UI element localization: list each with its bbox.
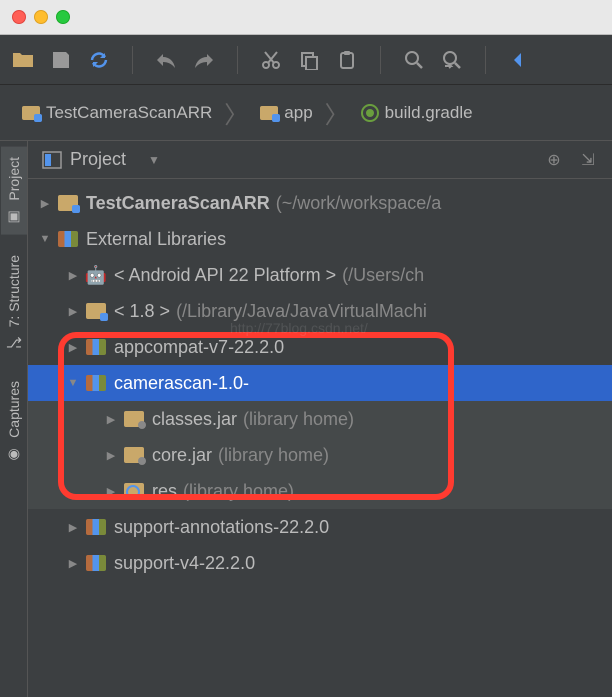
find-icon[interactable] bbox=[401, 47, 427, 73]
expand-arrow-icon[interactable] bbox=[66, 520, 80, 534]
tree-row-classes-jar[interactable]: classes.jar (library home) bbox=[28, 401, 612, 437]
tree-label: < 1.8 > bbox=[114, 301, 170, 322]
sidebar-tab-project[interactable]: ▣ Project bbox=[1, 147, 27, 235]
cut-icon[interactable] bbox=[258, 47, 284, 73]
breadcrumb-label: app bbox=[284, 103, 312, 123]
close-window-button[interactable] bbox=[12, 10, 26, 24]
android-icon: 🤖 bbox=[86, 267, 106, 283]
panel-header: Project ▼ ⊕ ⇲ bbox=[28, 141, 612, 179]
tree-row-support-v4[interactable]: support-v4-22.2.0 bbox=[28, 545, 612, 581]
save-icon[interactable] bbox=[48, 47, 74, 73]
breadcrumb-item-root[interactable]: TestCameraScanARR bbox=[12, 99, 222, 127]
project-view-icon bbox=[42, 151, 62, 169]
library-icon bbox=[86, 375, 106, 391]
tree-row-support-annotations[interactable]: support-annotations-22.2.0 bbox=[28, 509, 612, 545]
expand-arrow-icon[interactable] bbox=[66, 268, 80, 282]
replace-icon[interactable] bbox=[439, 47, 465, 73]
tree-label: res bbox=[152, 481, 177, 502]
window-controls bbox=[0, 0, 612, 35]
tree-label: support-v4-22.2.0 bbox=[114, 553, 255, 574]
breadcrumb-separator: 〉 bbox=[224, 95, 248, 130]
jdk-folder-icon bbox=[86, 303, 106, 319]
sidebar-tab-label: Project bbox=[6, 157, 22, 201]
breadcrumb: TestCameraScanARR 〉 app 〉 build.gradle bbox=[0, 85, 612, 141]
back-icon[interactable] bbox=[506, 47, 532, 73]
sync-icon[interactable] bbox=[86, 47, 112, 73]
tree-label: TestCameraScanARR bbox=[86, 193, 270, 214]
redo-icon[interactable] bbox=[191, 47, 217, 73]
expand-arrow-icon[interactable] bbox=[104, 412, 118, 426]
tree-label: core.jar bbox=[152, 445, 212, 466]
tree-label: < Android API 22 Platform > bbox=[114, 265, 336, 286]
maximize-window-button[interactable] bbox=[56, 10, 70, 24]
expand-arrow-icon[interactable] bbox=[66, 340, 80, 354]
expand-arrow-icon[interactable] bbox=[104, 448, 118, 462]
expand-arrow-icon[interactable] bbox=[38, 232, 52, 246]
tree-hint: (/Users/ch bbox=[342, 265, 424, 286]
project-tree: TestCameraScanARR (~/work/workspace/a Ex… bbox=[28, 179, 612, 587]
breadcrumb-item-app[interactable]: app bbox=[250, 99, 322, 127]
main-area: ▣ Project ⎇ 7: Structure ◉ Captures Proj… bbox=[0, 141, 612, 697]
tree-hint: (library home) bbox=[183, 481, 294, 502]
tree-row-res[interactable]: res (library home) bbox=[28, 473, 612, 509]
tree-row-camerascan[interactable]: camerascan-1.0- bbox=[28, 365, 612, 401]
tree-label: support-annotations-22.2.0 bbox=[114, 517, 329, 538]
breadcrumb-label: build.gradle bbox=[385, 103, 473, 123]
open-icon[interactable] bbox=[10, 47, 36, 73]
sidebar-tab-label: 7: Structure bbox=[6, 255, 22, 327]
sidebar-tab-label: Captures bbox=[6, 381, 22, 438]
copy-icon[interactable] bbox=[296, 47, 322, 73]
undo-icon[interactable] bbox=[153, 47, 179, 73]
captures-tab-icon: ◉ bbox=[5, 444, 23, 462]
tree-hint: (library home) bbox=[243, 409, 354, 430]
tree-row-external-libs[interactable]: External Libraries bbox=[28, 221, 612, 257]
res-folder-icon bbox=[124, 483, 144, 499]
tree-hint: (library home) bbox=[218, 445, 329, 466]
panel-title-label: Project bbox=[70, 149, 126, 170]
breadcrumb-item-gradle[interactable]: build.gradle bbox=[351, 99, 483, 127]
sidebar-tab-captures[interactable]: ◉ Captures bbox=[1, 371, 27, 472]
breadcrumb-separator: 〉 bbox=[325, 95, 349, 130]
expand-arrow-icon[interactable] bbox=[38, 196, 52, 210]
tree-hint: (~/work/workspace/a bbox=[276, 193, 442, 214]
tree-label: appcompat-v7-22.2.0 bbox=[114, 337, 284, 358]
structure-tab-icon: ⎇ bbox=[5, 333, 23, 351]
tree-row-android-api[interactable]: 🤖 < Android API 22 Platform > (/Users/ch bbox=[28, 257, 612, 293]
tree-label: External Libraries bbox=[86, 229, 226, 250]
tree-label: camerascan-1.0- bbox=[114, 373, 249, 394]
libraries-icon bbox=[58, 231, 78, 247]
paste-icon[interactable] bbox=[334, 47, 360, 73]
tree-row-jdk[interactable]: < 1.8 > (/Library/Java/JavaVirtualMachi bbox=[28, 293, 612, 329]
tree-row-appcompat[interactable]: appcompat-v7-22.2.0 bbox=[28, 329, 612, 365]
view-selector[interactable]: Project ▼ bbox=[42, 149, 160, 170]
tree-label: classes.jar bbox=[152, 409, 237, 430]
expand-arrow-icon[interactable] bbox=[66, 376, 80, 390]
folder-icon bbox=[22, 106, 40, 120]
jar-icon bbox=[124, 411, 144, 427]
tool-sidebar: ▣ Project ⎇ 7: Structure ◉ Captures bbox=[0, 141, 28, 697]
project-tab-icon: ▣ bbox=[5, 207, 23, 225]
tree-hint: (/Library/Java/JavaVirtualMachi bbox=[176, 301, 427, 322]
library-icon bbox=[86, 519, 106, 535]
collapse-icon[interactable]: ⇲ bbox=[578, 150, 598, 170]
main-toolbar bbox=[0, 35, 612, 85]
library-icon bbox=[86, 555, 106, 571]
tree-row-core-jar[interactable]: core.jar (library home) bbox=[28, 437, 612, 473]
autoscroll-icon[interactable]: ⊕ bbox=[544, 150, 564, 170]
project-panel: Project ▼ ⊕ ⇲ TestCameraScanARR (~/work/… bbox=[28, 141, 612, 697]
expand-arrow-icon[interactable] bbox=[66, 304, 80, 318]
tree-row-root[interactable]: TestCameraScanARR (~/work/workspace/a bbox=[28, 185, 612, 221]
sidebar-tab-structure[interactable]: ⎇ 7: Structure bbox=[1, 245, 27, 361]
jar-icon bbox=[124, 447, 144, 463]
expand-arrow-icon[interactable] bbox=[66, 556, 80, 570]
library-icon bbox=[86, 339, 106, 355]
breadcrumb-label: TestCameraScanARR bbox=[46, 103, 212, 123]
expand-arrow-icon[interactable] bbox=[104, 484, 118, 498]
gradle-icon bbox=[361, 104, 379, 122]
module-folder-icon bbox=[58, 195, 78, 211]
dropdown-arrow-icon: ▼ bbox=[148, 153, 160, 167]
folder-icon bbox=[260, 106, 278, 120]
minimize-window-button[interactable] bbox=[34, 10, 48, 24]
